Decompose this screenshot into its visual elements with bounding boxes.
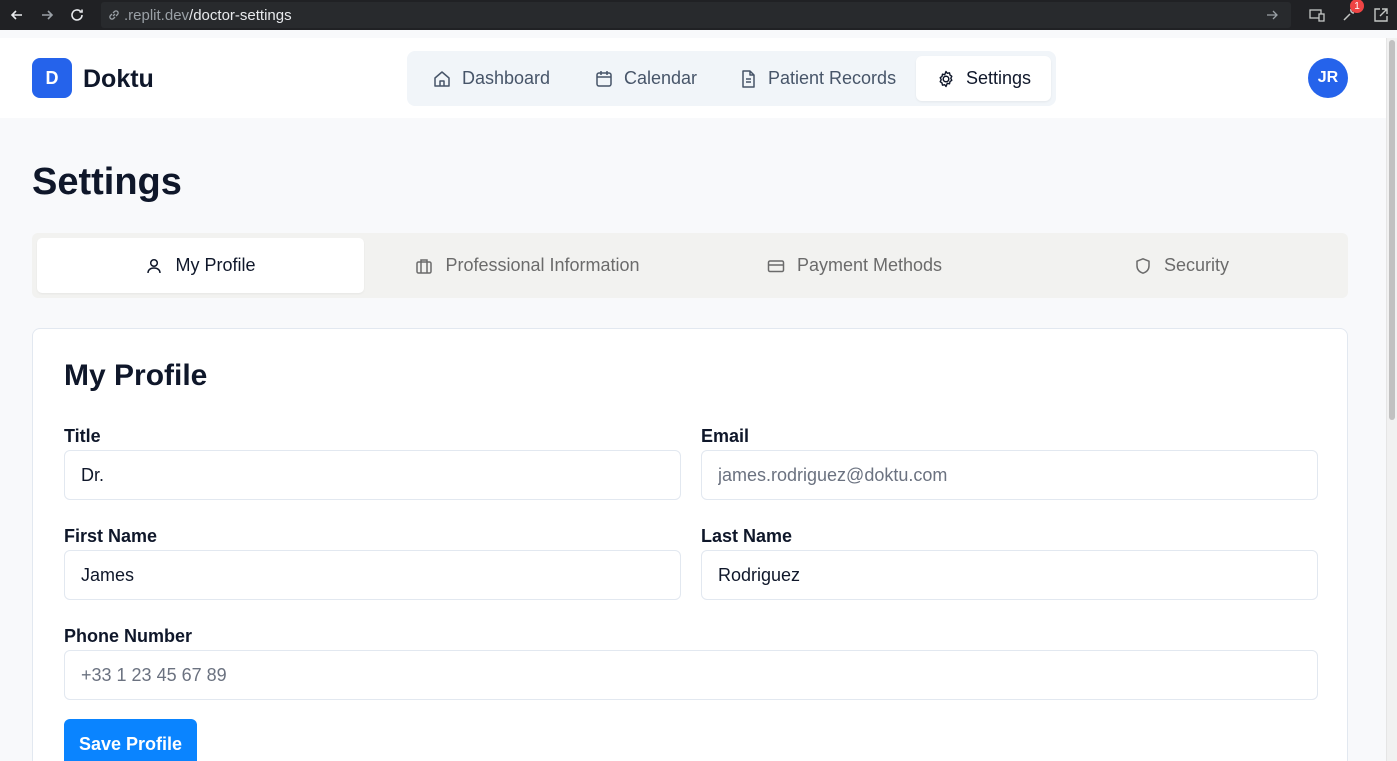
first-name-input[interactable] [64,550,681,600]
nav-dashboard[interactable]: Dashboard [407,56,572,101]
nav-patient-records[interactable]: Patient Records [713,56,913,101]
devices-button[interactable] [1301,0,1333,30]
phone-label: Phone Number [64,626,193,646]
extensions-button[interactable]: 1 [1333,0,1365,30]
credit-card-icon [767,259,785,272]
brand-name[interactable]: Doktu [83,65,154,94]
nav-settings-label: Settings [966,68,1032,88]
calendar-icon [596,70,612,87]
file-text-icon [742,69,755,88]
tab-security[interactable]: Security [1018,238,1345,293]
gear-icon [939,70,953,87]
nav-dashboard-label: Dashboard [462,68,551,88]
tab-professional-information-label: Professional Information [445,255,640,275]
title-label: Title [64,426,101,446]
tab-payment-methods[interactable]: Payment Methods [691,238,1018,293]
title-input[interactable] [64,450,681,500]
shield-icon [1136,257,1150,274]
open-external-button[interactable] [1365,0,1397,30]
briefcase-icon [416,258,433,274]
page-scrollbar[interactable] [1386,38,1397,761]
reload-icon [71,9,83,21]
last-name-label: Last Name [701,526,793,546]
link-icon [109,10,119,20]
url-path: /doctor-settings [189,6,292,24]
tab-my-profile[interactable]: My Profile [37,238,364,293]
logo[interactable]: D [32,58,72,98]
main-nav: Dashboard Calendar Patient Records Setti… [407,51,1056,106]
last-name-input[interactable] [701,550,1318,600]
address-bar[interactable]: .replit.dev/doctor-settings [101,2,1291,28]
nav-calendar-label: Calendar [624,68,698,88]
tab-professional-information[interactable]: Professional Information [364,238,691,293]
notification-badge: 1 [1350,0,1364,13]
phone-input[interactable] [64,650,1318,700]
reload-button[interactable] [64,2,90,28]
devices-icon [1309,9,1325,22]
url-domain: .replit.dev [124,6,190,24]
user-icon [147,258,162,273]
card-title: My Profile [64,359,208,392]
email-label: Email [701,426,750,446]
settings-tabs: My Profile Professional Information Paym… [32,233,1348,298]
external-link-icon [1374,8,1388,22]
arrow-right-icon [42,10,54,20]
nav-calendar[interactable]: Calendar [569,56,717,101]
forward-button[interactable] [34,2,60,28]
arrow-right-icon[interactable] [1265,8,1279,22]
tab-security-label: Security [1163,255,1230,275]
page-title: Settings [32,161,182,203]
nav-settings[interactable]: Settings [916,56,1051,101]
avatar[interactable]: JR [1308,58,1348,98]
tab-payment-methods-label: Payment Methods [796,255,943,275]
arrow-left-icon [10,10,22,20]
home-icon [434,70,450,87]
nav-patient-records-label: Patient Records [768,68,897,88]
save-profile-button[interactable]: Save Profile [64,719,197,761]
tab-my-profile-label: My Profile [175,255,256,275]
first-name-label: First Name [64,526,158,546]
back-button[interactable] [4,2,30,28]
scrollbar-thumb[interactable] [1389,40,1395,420]
app-header: D Doktu Dashboard Calendar Patient Recor… [0,38,1386,118]
profile-card: My Profile Title Email First Name Last N… [32,328,1348,761]
email-field[interactable] [701,450,1318,500]
browser-toolbar: .replit.dev/doctor-settings 1 [0,0,1397,30]
